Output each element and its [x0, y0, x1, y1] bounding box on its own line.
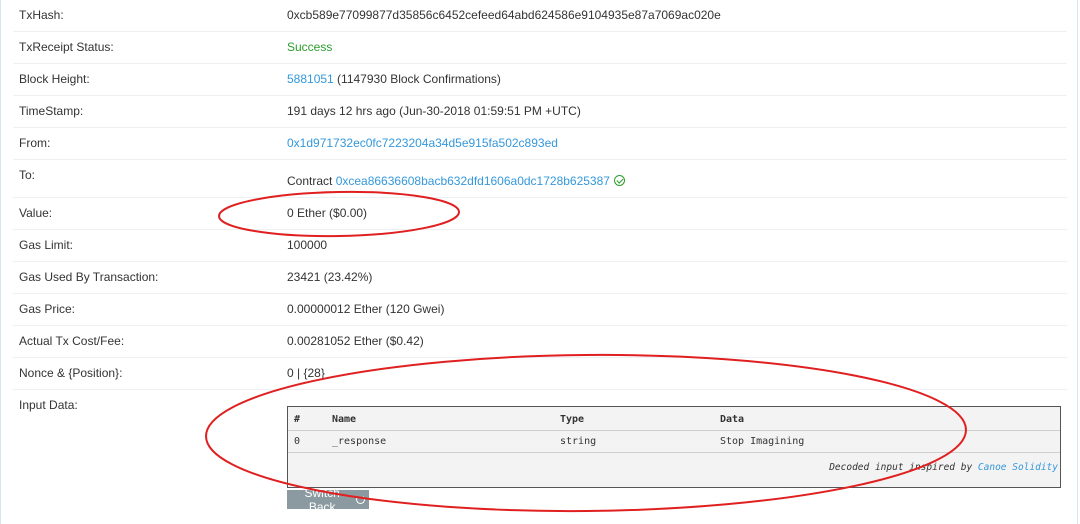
gas-price-value: 0.00000012 Ether (120 Gwei)	[287, 302, 445, 316]
gas-used-label: Gas Used By Transaction:	[19, 270, 159, 284]
decoded-prefix: Decoded input inspired by	[829, 462, 978, 473]
switch-back-button[interactable]: Switch Back	[287, 486, 369, 514]
from-address-link[interactable]: 0x1d971732ec0fc7223204a34d5e915fa502c893…	[287, 136, 558, 150]
header-type: Type	[560, 414, 585, 425]
nonce-value: 0 | {28}	[287, 366, 325, 380]
row-value: Value: 0 Ether ($0.00)	[1, 198, 1079, 230]
decoded-input-table: # Name Type Data 0 _response string Stop…	[287, 406, 1061, 488]
row-block-height: Block Height: 5881051 (1147930 Block Con…	[1, 64, 1079, 96]
timestamp-value: 191 days 12 hrs ago (Jun-30-2018 01:59:5…	[287, 104, 581, 118]
table-row: 0 _response string Stop Imagining	[288, 431, 1060, 453]
timestamp-label: TimeStamp:	[19, 104, 84, 118]
block-confirmations: (1147930 Block Confirmations)	[333, 72, 501, 86]
header-index: #	[294, 414, 301, 425]
row-to: To: Contract 0xcea86636608bacb632dfd1606…	[1, 160, 1079, 198]
decoded-credit: Decoded input inspired by Canoe Solidity	[829, 462, 1058, 473]
to-value: Contract 0xcea86636608bacb632dfd1606a0dc…	[287, 174, 625, 188]
transaction-details-panel: TxHash: 0xcb589e77099877d35856c6452cefee…	[0, 0, 1078, 524]
value-label: Value:	[19, 206, 53, 220]
cell-type: string	[560, 436, 597, 447]
input-data-label: Input Data:	[19, 398, 78, 412]
cell-data: Stop Imagining	[720, 436, 805, 447]
to-label: To:	[19, 168, 36, 182]
row-from: From: 0x1d971732ec0fc7223204a34d5e915fa5…	[1, 128, 1079, 160]
txhash-value: 0xcb589e77099877d35856c6452cefeed64abd62…	[287, 8, 721, 22]
table-header: # Name Type Data	[288, 409, 1060, 431]
block-link[interactable]: 5881051	[287, 72, 334, 86]
txhash-label: TxHash:	[19, 8, 64, 22]
cell-index: 0	[294, 436, 301, 447]
status-value: Success	[287, 40, 333, 54]
status-label: TxReceipt Status:	[19, 40, 114, 54]
contract-address-link[interactable]: 0xcea86636608bacb632dfd1606a0dc1728b6253…	[336, 174, 610, 188]
row-gas-used: Gas Used By Transaction: 23421 (23.42%)	[1, 262, 1079, 294]
gas-limit-label: Gas Limit:	[19, 238, 74, 252]
row-gas-price: Gas Price: 0.00000012 Ether (120 Gwei)	[1, 294, 1079, 326]
row-gas-limit: Gas Limit: 100000	[1, 230, 1079, 262]
gas-limit-value: 100000	[287, 238, 328, 252]
nonce-label: Nonce & {Position}:	[19, 366, 123, 380]
row-status: TxReceipt Status: Success	[1, 32, 1079, 64]
value-value: 0 Ether ($0.00)	[287, 206, 368, 220]
gas-used-value: 23421 (23.42%)	[287, 270, 373, 284]
header-data: Data	[720, 414, 745, 425]
row-timestamp: TimeStamp: 191 days 12 hrs ago (Jun-30-2…	[1, 96, 1079, 128]
tx-fee-label: Actual Tx Cost/Fee:	[19, 334, 125, 348]
header-name: Name	[332, 414, 357, 425]
row-tx-fee: Actual Tx Cost/Fee: 0.00281052 Ether ($0…	[1, 326, 1079, 358]
from-label: From:	[19, 136, 51, 150]
cell-name: _response	[332, 436, 387, 447]
canoe-solidity-link[interactable]: Canoe Solidity	[978, 462, 1058, 473]
gas-price-label: Gas Price:	[19, 302, 76, 316]
row-txhash: TxHash: 0xcb589e77099877d35856c6452cefee…	[1, 0, 1079, 32]
refresh-icon	[356, 495, 365, 504]
contract-prefix: Contract	[287, 174, 336, 188]
switch-back-label: Switch Back	[304, 485, 340, 514]
row-nonce: Nonce & {Position}: 0 | {28}	[1, 358, 1079, 390]
verified-check-icon	[613, 175, 625, 186]
tx-fee-value: 0.00281052 Ether ($0.42)	[287, 334, 424, 348]
block-height-value: 5881051 (1147930 Block Confirmations)	[287, 72, 501, 86]
block-height-label: Block Height:	[19, 72, 90, 86]
